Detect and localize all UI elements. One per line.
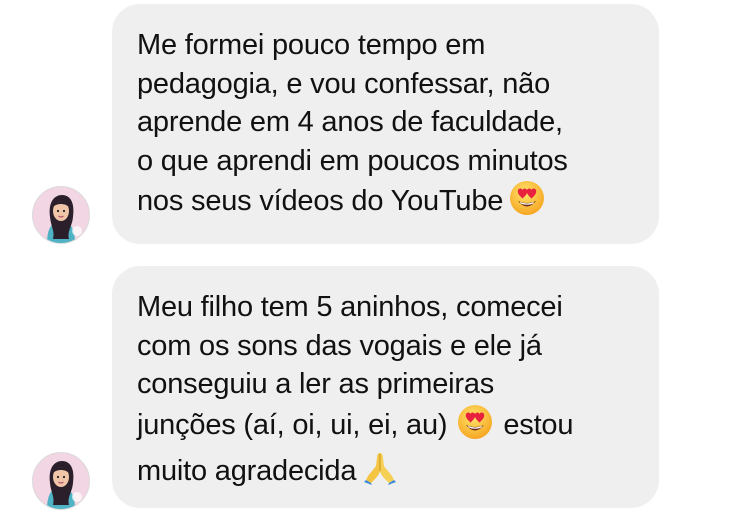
sender-avatar[interactable] [32,186,90,244]
heart-eyes-emoji-icon [457,404,493,451]
message-text-line: conseguiu a ler as primeiras [137,368,495,400]
message-row: Me formei pouco tempo em pedagogia, e vo… [0,4,739,244]
message-text-line: aprende em 4 anos de faculdade, [137,106,563,138]
avatar-illustration [33,453,89,509]
message-text-segment: nos seus vídeos do YouTube [137,185,504,217]
message-bubble: Meu filho tem 5 aninhos, comecei com os … [112,266,659,508]
message-text-segment: muito agradecida [137,455,357,487]
message-bubble: Me formei pouco tempo em pedagogia, e vo… [112,4,659,244]
message-text-segment: estou [503,408,574,441]
message-text-line: Me formei pouco tempo em [137,29,486,61]
folded-hands-emoji-icon [362,450,398,497]
message-text-line: o que aprendi em poucos minutos [137,144,568,177]
message-text-line: Meu filho tem 5 aninhos, comecei [137,291,563,323]
message-text-line: pedagogia, e vou confessar, não [137,67,551,100]
sender-avatar[interactable] [32,452,90,510]
message-text-line-last: nos seus vídeos do YouTube [137,180,635,227]
heart-eyes-emoji-icon [509,180,545,227]
message-text-segment: junções (aí, oi, ui, ei, au) [137,408,448,441]
avatar-illustration [33,187,89,243]
message-text-line: com os sons das vogais e ele já [137,329,542,362]
chat-thread: Me formei pouco tempo em pedagogia, e vo… [0,0,739,530]
message-text-line-with-emoji: junções (aí, oi, ui, ei, au) estou [137,404,635,451]
message-row: Meu filho tem 5 aninhos, comecei com os … [0,266,739,510]
message-text-line-last: muito agradecida [137,450,635,497]
